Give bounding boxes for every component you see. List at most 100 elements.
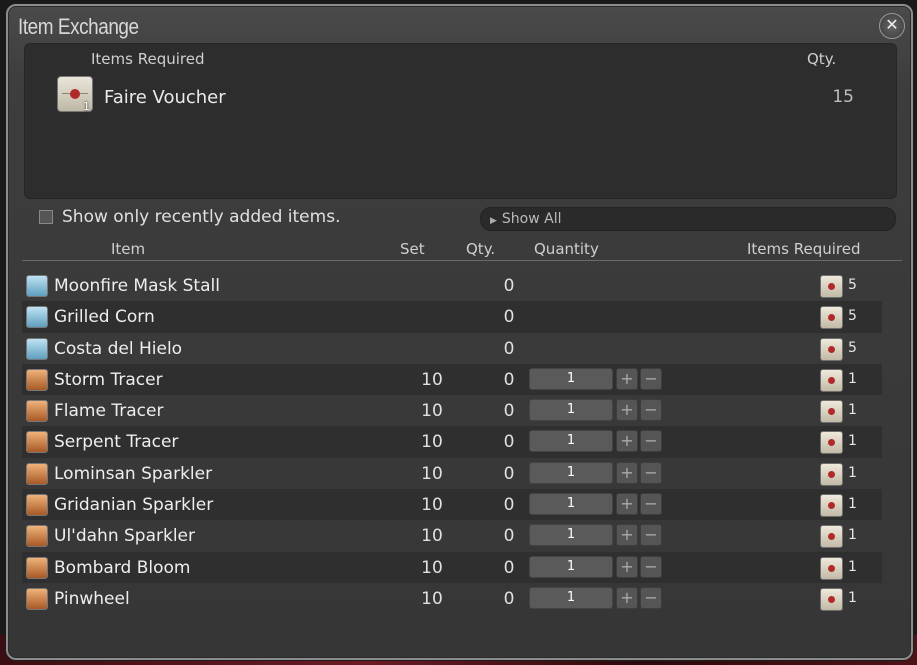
wax-seal-icon bbox=[70, 89, 80, 99]
table-row[interactable]: Moonfire Mask Stall 0 5 bbox=[22, 270, 882, 301]
faire-voucher-icon bbox=[820, 400, 843, 424]
owned-qty-value: 0 bbox=[503, 463, 515, 484]
table-row[interactable]: Gridanian Sparkler 10 0 1 + −1 bbox=[22, 489, 882, 521]
owned-qty-value: 0 bbox=[503, 495, 515, 516]
recent-filter-checkbox[interactable] bbox=[39, 210, 53, 224]
increase-quantity-button[interactable]: + bbox=[616, 493, 638, 516]
set-value: 10 bbox=[421, 495, 443, 516]
quantity-input[interactable]: 1 bbox=[529, 430, 613, 453]
required-item-qty: 15 bbox=[832, 87, 854, 107]
increase-quantity-button[interactable]: + bbox=[616, 586, 638, 609]
increase-quantity-button[interactable]: + bbox=[616, 367, 638, 390]
table-row[interactable]: Flame Tracer 10 0 1 + −1 bbox=[22, 395, 882, 426]
item-name: Pinwheel bbox=[54, 588, 130, 609]
firework-icon bbox=[26, 462, 48, 485]
increase-quantity-button[interactable]: + bbox=[616, 399, 638, 422]
decrease-quantity-button[interactable]: − bbox=[640, 367, 662, 390]
required-qty-value: 5 bbox=[848, 308, 857, 325]
decrease-quantity-button[interactable]: − bbox=[640, 493, 662, 516]
owned-qty-value: 0 bbox=[503, 307, 515, 328]
required-qty-value: 5 bbox=[848, 339, 857, 356]
faire-voucher-icon bbox=[820, 306, 843, 330]
item-name: Costa del Hielo bbox=[54, 338, 183, 359]
owned-qty-value: 0 bbox=[503, 401, 515, 422]
close-icon: ✕ bbox=[885, 15, 899, 34]
decrease-quantity-button[interactable]: − bbox=[640, 555, 662, 578]
wax-seal-icon bbox=[828, 595, 835, 603]
faire-voucher-icon[interactable]: 1 bbox=[57, 76, 93, 113]
furnishing-icon bbox=[26, 275, 48, 297]
firework-icon bbox=[26, 587, 48, 610]
quantity-input[interactable]: 1 bbox=[529, 524, 613, 547]
increase-quantity-button[interactable]: + bbox=[616, 524, 638, 547]
recent-filter[interactable]: Show only recently added items. bbox=[39, 207, 340, 227]
item-name: Bombard Bloom bbox=[54, 557, 191, 578]
quantity-input[interactable]: 1 bbox=[529, 555, 613, 578]
column-header-items-required[interactable]: Items Required bbox=[747, 240, 861, 258]
owned-qty-value: 0 bbox=[503, 338, 515, 359]
wax-seal-icon bbox=[828, 533, 835, 541]
decrease-quantity-button[interactable]: − bbox=[640, 430, 662, 453]
dropdown-arrow-icon: ▶ bbox=[490, 216, 497, 226]
category-dropdown[interactable]: ▶ Show All bbox=[480, 207, 896, 231]
table-row[interactable]: Costa del Hielo 0 5 bbox=[22, 333, 882, 364]
category-dropdown-value: Show All bbox=[501, 211, 562, 227]
item-name: Lominsan Sparkler bbox=[54, 463, 213, 484]
required-qty-value: 1 bbox=[848, 589, 857, 606]
item-name: Storm Tracer bbox=[54, 369, 163, 390]
table-row[interactable]: Storm Tracer 10 0 1 + −1 bbox=[22, 363, 882, 396]
faire-voucher-icon bbox=[820, 275, 843, 298]
column-header-set[interactable]: Set bbox=[400, 240, 425, 258]
owned-qty-value: 0 bbox=[503, 588, 515, 609]
decrease-quantity-button[interactable]: − bbox=[640, 461, 662, 484]
required-qty-value: 5 bbox=[848, 277, 857, 293]
table-row[interactable]: Grilled Corn 0 5 bbox=[22, 301, 882, 333]
set-value: 10 bbox=[421, 526, 443, 547]
wax-seal-icon bbox=[828, 376, 835, 384]
set-value: 10 bbox=[421, 557, 443, 578]
faire-voucher-icon bbox=[820, 368, 843, 392]
table-row[interactable]: Bombard Bloom 10 0 1 + −1 bbox=[22, 551, 882, 583]
qty-header: Qty. bbox=[807, 50, 837, 68]
table-row[interactable]: Ul'dahn Sparkler 10 0 1 + −1 bbox=[22, 520, 882, 551]
decrease-quantity-button[interactable]: − bbox=[640, 586, 662, 609]
firework-icon bbox=[26, 556, 48, 579]
decrease-quantity-button[interactable]: − bbox=[640, 399, 662, 422]
increase-quantity-button[interactable]: + bbox=[616, 430, 638, 453]
firework-icon bbox=[26, 431, 48, 454]
item-name: Flame Tracer bbox=[54, 401, 164, 422]
table-row[interactable]: Pinwheel 10 0 1 + −1 bbox=[22, 583, 882, 614]
wax-seal-icon bbox=[828, 345, 835, 353]
item-name: Grilled Corn bbox=[54, 307, 155, 328]
close-button[interactable]: ✕ bbox=[879, 13, 905, 39]
quantity-input[interactable]: 1 bbox=[529, 399, 613, 422]
wax-seal-icon bbox=[828, 439, 835, 447]
item-name: Serpent Tracer bbox=[54, 432, 179, 453]
column-header-item[interactable]: Item bbox=[111, 240, 145, 258]
required-qty-value: 1 bbox=[848, 402, 857, 419]
required-qty-value: 1 bbox=[848, 464, 857, 481]
owned-qty-value: 0 bbox=[503, 432, 515, 453]
owned-qty-value: 0 bbox=[503, 369, 515, 390]
firework-icon bbox=[26, 400, 48, 423]
table-row[interactable]: Lominsan Sparkler 10 0 1 + −1 bbox=[22, 458, 882, 489]
wax-seal-icon bbox=[828, 314, 835, 322]
increase-quantity-button[interactable]: + bbox=[616, 461, 638, 484]
set-value: 10 bbox=[421, 463, 443, 484]
increase-quantity-button[interactable]: + bbox=[616, 555, 638, 578]
quantity-input[interactable]: 1 bbox=[529, 367, 613, 390]
decrease-quantity-button[interactable]: − bbox=[640, 524, 662, 547]
item-name: Moonfire Mask Stall bbox=[54, 276, 220, 296]
set-value: 10 bbox=[421, 401, 443, 422]
faire-voucher-icon bbox=[820, 494, 843, 518]
required-qty-value: 1 bbox=[848, 370, 857, 387]
quantity-input[interactable]: 1 bbox=[529, 493, 613, 516]
quantity-input[interactable]: 1 bbox=[529, 461, 613, 484]
quantity-input[interactable]: 1 bbox=[529, 586, 613, 609]
owned-qty-value: 0 bbox=[503, 526, 515, 547]
column-header-qty[interactable]: Qty. bbox=[466, 240, 495, 258]
firework-icon bbox=[26, 525, 48, 548]
column-header-quantity[interactable]: Quantity bbox=[534, 240, 599, 258]
faire-voucher-icon bbox=[820, 587, 843, 611]
table-row[interactable]: Serpent Tracer 10 0 1 + −1 bbox=[22, 426, 882, 458]
